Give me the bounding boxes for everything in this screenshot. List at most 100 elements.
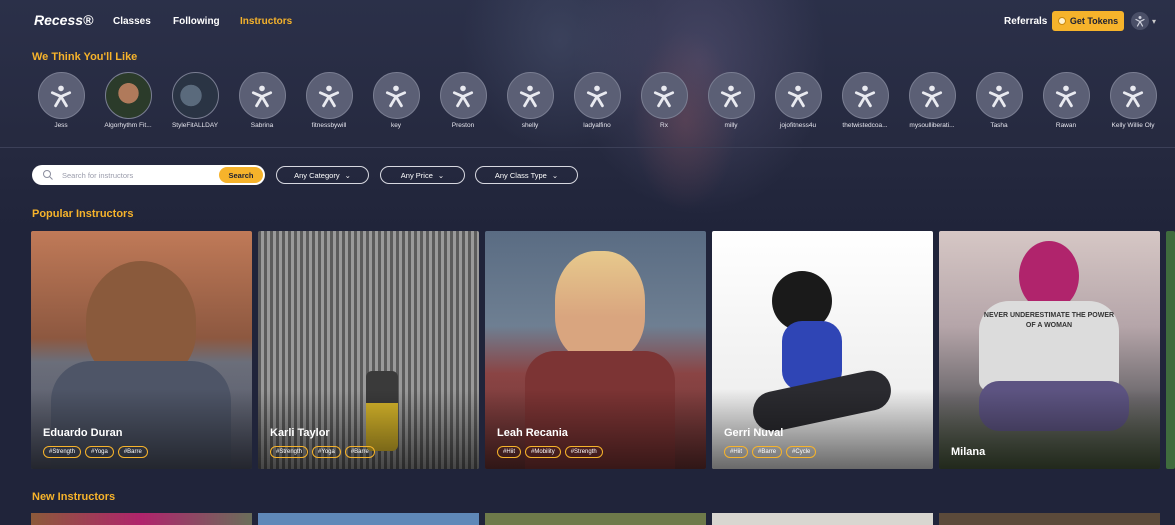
new-instructor-thumb[interactable] xyxy=(485,513,706,525)
tag[interactable]: #Barre xyxy=(117,446,148,458)
user-icon xyxy=(908,72,956,119)
chevron-down-icon: ⌄ xyxy=(344,170,351,180)
nav-link-classes[interactable]: Classes xyxy=(113,16,151,27)
top-nav: Recess® Classes Following Instructors Re… xyxy=(0,0,1175,42)
search-icon xyxy=(43,170,53,180)
nav-link-instructors[interactable]: Instructors xyxy=(240,16,292,27)
instructor-card-gerri-nuval[interactable]: Gerri Nuval #Hiit #Barre #Cycle xyxy=(712,231,933,469)
recommended-instructor-name: Rawan xyxy=(1055,122,1077,129)
instructor-card-milana[interactable]: NEVER UNDERESTIMATE THE POWER OF A WOMAN… xyxy=(939,231,1160,469)
chevron-down-icon: ▾ xyxy=(1152,16,1157,26)
instructor-tags: #Strength #Yoga #Barre xyxy=(43,446,148,458)
recommended-instructor[interactable]: key xyxy=(365,72,427,129)
user-icon xyxy=(1042,72,1090,119)
recommended-instructor[interactable]: Jess xyxy=(30,72,92,129)
get-tokens-label: Get Tokens xyxy=(1069,16,1119,26)
referrals-link[interactable]: Referrals xyxy=(1004,16,1047,27)
recommended-list: Jess Algorhythm Fit... StyleFitALLDAY Sabri… xyxy=(30,72,1175,132)
recommended-instructor-name: ladyalfino xyxy=(583,122,611,129)
instructor-card-leah-recania[interactable]: Leah Recania #Hiit #Mobility #Strength xyxy=(485,231,706,469)
recommended-instructor[interactable]: Algorhythm Fit... xyxy=(97,72,159,129)
instructor-tags: #Hiit #Barre #Cycle xyxy=(724,446,817,458)
instructor-name: Leah Recania xyxy=(497,427,568,439)
search-bar: Search xyxy=(32,165,265,185)
class-type-filter-label: Any Class Type xyxy=(494,170,547,180)
recommended-instructor[interactable]: thetwistedcoa... xyxy=(834,72,896,129)
tag[interactable]: #Cycle xyxy=(786,446,817,458)
recommended-title: We Think You'll Like xyxy=(32,51,138,63)
recommended-instructor[interactable]: mysoulliberati... xyxy=(901,72,963,129)
recommended-instructor[interactable]: Rawan xyxy=(1035,72,1097,129)
recommended-instructor-name: Algorhythm Fit... xyxy=(104,122,152,129)
user-icon xyxy=(1109,72,1157,119)
instructor-name: Eduardo Duran xyxy=(43,427,123,439)
category-filter[interactable]: Any Category ⌄ xyxy=(276,166,369,184)
recommended-instructor[interactable]: shelly xyxy=(499,72,561,129)
instructor-card-eduardo-duran[interactable]: Eduardo Duran #Strength #Yoga #Barre xyxy=(31,231,252,469)
tag[interactable]: #Barre xyxy=(344,446,375,458)
tag[interactable]: #Hiit xyxy=(724,446,749,458)
recommended-instructor-name: StyleFitALLDAY xyxy=(171,122,219,129)
recommended-instructor[interactable]: Tasha xyxy=(968,72,1030,129)
new-instructor-thumb[interactable] xyxy=(31,513,252,525)
recommended-instructor[interactable]: ladyalfino xyxy=(566,72,628,129)
new-instructors-title: New Instructors xyxy=(32,491,116,503)
tag[interactable]: #Mobility xyxy=(525,446,561,458)
chevron-down-icon: ⌄ xyxy=(551,170,559,180)
tag[interactable]: #Yoga xyxy=(85,446,114,458)
tag[interactable]: #Strength xyxy=(564,446,603,458)
recommended-instructor[interactable]: StyleFitALLDAY xyxy=(164,72,226,129)
tag[interactable]: #Strength xyxy=(270,446,309,458)
user-icon xyxy=(573,72,621,119)
recommended-instructor-name: jojofitness4u xyxy=(779,122,817,129)
recommended-instructor-name: mysoulliberati... xyxy=(909,122,955,129)
user-icon xyxy=(774,72,822,119)
search-button[interactable]: Search xyxy=(219,167,263,183)
recommended-instructor[interactable]: jojofitness4u xyxy=(767,72,829,129)
recommended-instructor-name: Tasha xyxy=(990,122,1008,129)
tag[interactable]: #Strength xyxy=(43,446,82,458)
user-icon xyxy=(975,72,1023,119)
class-type-filter[interactable]: Any Class Type ⌄ xyxy=(475,166,578,184)
chevron-down-icon: ⌄ xyxy=(437,170,445,180)
user-icon xyxy=(707,72,755,119)
instructor-card-partial[interactable] xyxy=(1166,231,1175,469)
recommended-instructor[interactable]: Sabrina xyxy=(231,72,293,129)
recommended-instructor-name: shelly xyxy=(521,122,539,129)
search-input[interactable] xyxy=(62,170,202,180)
user-icon xyxy=(37,72,85,119)
new-instructor-thumb[interactable] xyxy=(939,513,1160,525)
user-menu[interactable]: ▾ xyxy=(1131,12,1156,30)
recommended-instructor-name: Sabrina xyxy=(250,122,274,129)
new-instructor-thumb[interactable] xyxy=(258,513,479,525)
recommended-instructor[interactable]: Kelly Willie Oly xyxy=(1102,72,1164,129)
nav-link-following[interactable]: Following xyxy=(173,16,220,27)
section-divider xyxy=(0,147,1175,148)
instructor-name: Milana xyxy=(951,446,986,458)
recommended-instructor-name: Kelly Willie Oly xyxy=(1111,122,1155,129)
recommended-instructor[interactable]: Rx xyxy=(633,72,695,129)
instructor-tags: #Strength #Yoga #Barre xyxy=(270,446,375,458)
tag[interactable]: #Yoga xyxy=(312,446,341,458)
recommended-instructor-name: milly xyxy=(724,122,738,129)
recommended-instructor-name: Preston xyxy=(451,122,475,129)
recommended-instructor[interactable]: milly xyxy=(700,72,762,129)
user-icon xyxy=(439,72,487,119)
recess-logo[interactable]: Recess® xyxy=(34,12,93,28)
recommended-instructor-name: thetwistedcoa... xyxy=(842,122,888,129)
user-icon xyxy=(640,72,688,119)
instructor-shirt-text: NEVER UNDERESTIMATE THE POWER OF A WOMAN xyxy=(979,301,1119,391)
price-filter[interactable]: Any Price ⌄ xyxy=(380,166,465,184)
recommended-instructor[interactable]: fitnessbywill xyxy=(298,72,360,129)
instructor-card-karli-taylor[interactable]: Karli Taylor #Strength #Yoga #Barre xyxy=(258,231,479,469)
instructor-name: Karli Taylor xyxy=(270,427,330,439)
avatar xyxy=(104,72,152,119)
recommended-instructor[interactable]: Preston xyxy=(432,72,494,129)
tag[interactable]: #Barre xyxy=(752,446,783,458)
new-instructor-thumb[interactable] xyxy=(712,513,933,525)
instructor-photo xyxy=(555,251,645,361)
recommended-instructor-name: fitnessbywill xyxy=(311,122,347,129)
get-tokens-button[interactable]: Get Tokens xyxy=(1052,11,1124,31)
tag[interactable]: #Hiit xyxy=(497,446,522,458)
user-icon xyxy=(1131,12,1149,30)
